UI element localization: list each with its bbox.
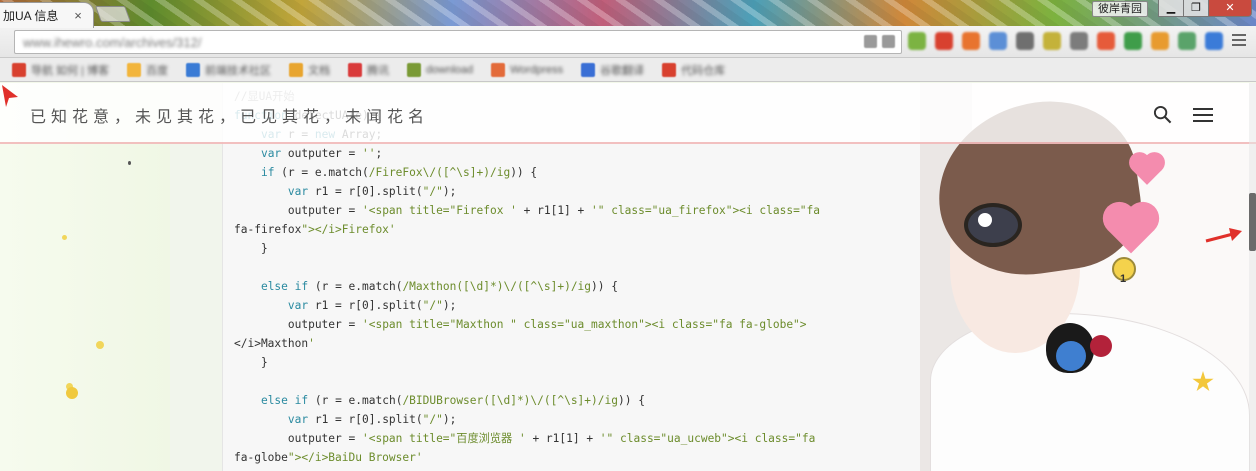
hamburger-icon[interactable] <box>1193 108 1213 122</box>
penguin-flower <box>1090 335 1112 357</box>
minimize-button[interactable]: ▁ <box>1158 0 1184 17</box>
page-action-icon[interactable] <box>864 35 877 48</box>
code-line: var r1 = r[0].split("/"); <box>287 413 457 426</box>
penguin-scarf <box>1056 341 1086 371</box>
page-scrollbar[interactable] <box>1249 83 1256 471</box>
search-icon[interactable] <box>1153 105 1172 124</box>
bookmark-label: 谷歌翻译 <box>600 64 645 77</box>
extension-icon[interactable] <box>1097 32 1115 50</box>
tab-title: 加UA 信息 <box>3 9 59 23</box>
paint-dot <box>66 387 78 399</box>
extension-icon[interactable] <box>1070 32 1088 50</box>
extension-icon[interactable] <box>962 32 980 50</box>
browser-tab[interactable]: 加UA 信息 × <box>0 2 94 28</box>
bookmark-label: 文档 <box>308 64 331 77</box>
bookmark-label: 代码仓库 <box>681 64 726 77</box>
paint-dot <box>96 341 104 349</box>
extension-icon[interactable] <box>908 32 926 50</box>
code-line: </i>Maxthon' <box>234 337 315 350</box>
bookmark-star-icon[interactable] <box>882 35 895 48</box>
bookmark-favicon-icon <box>407 62 422 77</box>
code-block: //显UA开始 function detectUA(e) { var r = n… <box>234 87 910 467</box>
code-line: else if (r = e.match(/BIDUBrowser([\d]*)… <box>260 394 645 407</box>
lightbulb-count: 1 <box>1120 273 1127 285</box>
paint-dot <box>62 235 67 240</box>
address-bar[interactable]: www.ihewro.com/archives/312/ <box>14 30 902 54</box>
bookmark-item[interactable]: download <box>401 61 479 79</box>
bookmark-item[interactable]: 前端技术社区 <box>180 60 277 80</box>
illustration-eye <box>964 203 1022 247</box>
extension-icons <box>908 32 1223 50</box>
bookmark-label: 前端技术社区 <box>205 64 272 77</box>
bookmark-item[interactable]: 代码仓库 <box>656 60 731 80</box>
close-window-button[interactable]: ✕ <box>1208 0 1252 17</box>
bookmark-favicon-icon <box>186 62 201 77</box>
bookmark-item[interactable]: 谷歌翻译 <box>575 60 650 80</box>
code-line: else if (r = e.match(/Maxthon([\d]*)\/([… <box>260 280 618 293</box>
bookmark-item[interactable]: Wordpress <box>485 61 569 79</box>
bookmark-label: download <box>426 63 474 76</box>
code-line: outputer = '<span title="百度浏览器 ' + r1[1]… <box>234 432 816 445</box>
extension-icon[interactable] <box>1178 32 1196 50</box>
red-arrow-icon <box>1205 228 1242 243</box>
bookmark-favicon-icon <box>581 62 596 77</box>
extension-icon[interactable] <box>1043 32 1061 50</box>
code-line: } <box>234 242 268 255</box>
qq-penguin-icon[interactable] <box>1046 319 1112 379</box>
browser-titlebar <box>0 0 1256 26</box>
chrome-menu-icon[interactable] <box>1232 34 1246 48</box>
scrollbar-thumb[interactable] <box>1249 193 1256 251</box>
bookmark-label: 腾讯 <box>367 64 390 77</box>
extension-icon[interactable] <box>1124 32 1142 50</box>
bookmark-favicon-icon <box>12 62 26 77</box>
profile-button[interactable]: 彼岸青园 <box>1092 1 1148 17</box>
bookmark-label: Wordpress <box>510 63 564 76</box>
extension-icon[interactable] <box>989 32 1007 50</box>
browser-toolbar: www.ihewro.com/archives/312/ <box>0 26 1256 58</box>
code-line: if (r = e.match(/FireFox\/([^\s]+)/ig)) … <box>260 166 538 179</box>
bookmark-item[interactable]: 百度 <box>121 60 174 80</box>
bookmark-favicon-icon <box>289 62 304 77</box>
extension-icon[interactable] <box>1205 32 1223 50</box>
bookmark-favicon-icon <box>348 62 363 77</box>
bookmark-favicon-icon <box>491 62 506 77</box>
code-line: fa-globe"></i>BaiDu Browser' <box>234 451 423 464</box>
code-line: } <box>234 356 268 369</box>
bookmark-item[interactable]: 导航 如何 | 博客 <box>6 60 115 80</box>
address-bar-actions <box>864 35 895 48</box>
extension-icon[interactable] <box>1016 32 1034 50</box>
bookmark-item[interactable]: 腾讯 <box>342 60 395 80</box>
code-line: var r1 = r[0].split("/"); <box>287 299 457 312</box>
red-arrow-icon <box>2 85 18 107</box>
site-title[interactable]: 已知花意，未见其花，已见其花，未闻花名 <box>30 103 429 127</box>
extension-icon[interactable] <box>1151 32 1169 50</box>
bookmarks-bar: 导航 如何 | 博客 百度 前端技术社区 文档 腾讯 download Wordpress 谷… <box>0 58 1256 82</box>
paint-dot <box>128 161 131 165</box>
code-line: var outputer = ''; <box>260 147 383 160</box>
url-text: www.ihewro.com/archives/312/ <box>23 34 202 50</box>
site-header: 已知花意，未见其花，已见其花，未闻花名 <box>0 83 1256 144</box>
new-tab-button[interactable] <box>95 6 131 22</box>
code-line: fa-firefox"></i>Firefox' <box>234 223 396 236</box>
bookmark-favicon-icon <box>127 62 142 77</box>
code-line: outputer = '<span title="Maxthon " class… <box>234 318 807 331</box>
tab-close-icon[interactable]: × <box>71 8 85 23</box>
bookmark-label: 导航 如何 | 博客 <box>31 64 110 77</box>
bookmark-favicon-icon <box>662 62 677 77</box>
web-page: //显UA开始 function detectUA(e) { var r = n… <box>0 83 1256 471</box>
bookmark-item[interactable]: 文档 <box>283 60 336 80</box>
extension-icon[interactable] <box>935 32 953 50</box>
bookmark-label: 百度 <box>146 64 169 77</box>
code-line: outputer = '<span title="Firefox ' + r1[… <box>234 204 821 217</box>
maximize-button[interactable]: ❐ <box>1183 0 1209 17</box>
code-line: var r1 = r[0].split("/"); <box>287 185 457 198</box>
